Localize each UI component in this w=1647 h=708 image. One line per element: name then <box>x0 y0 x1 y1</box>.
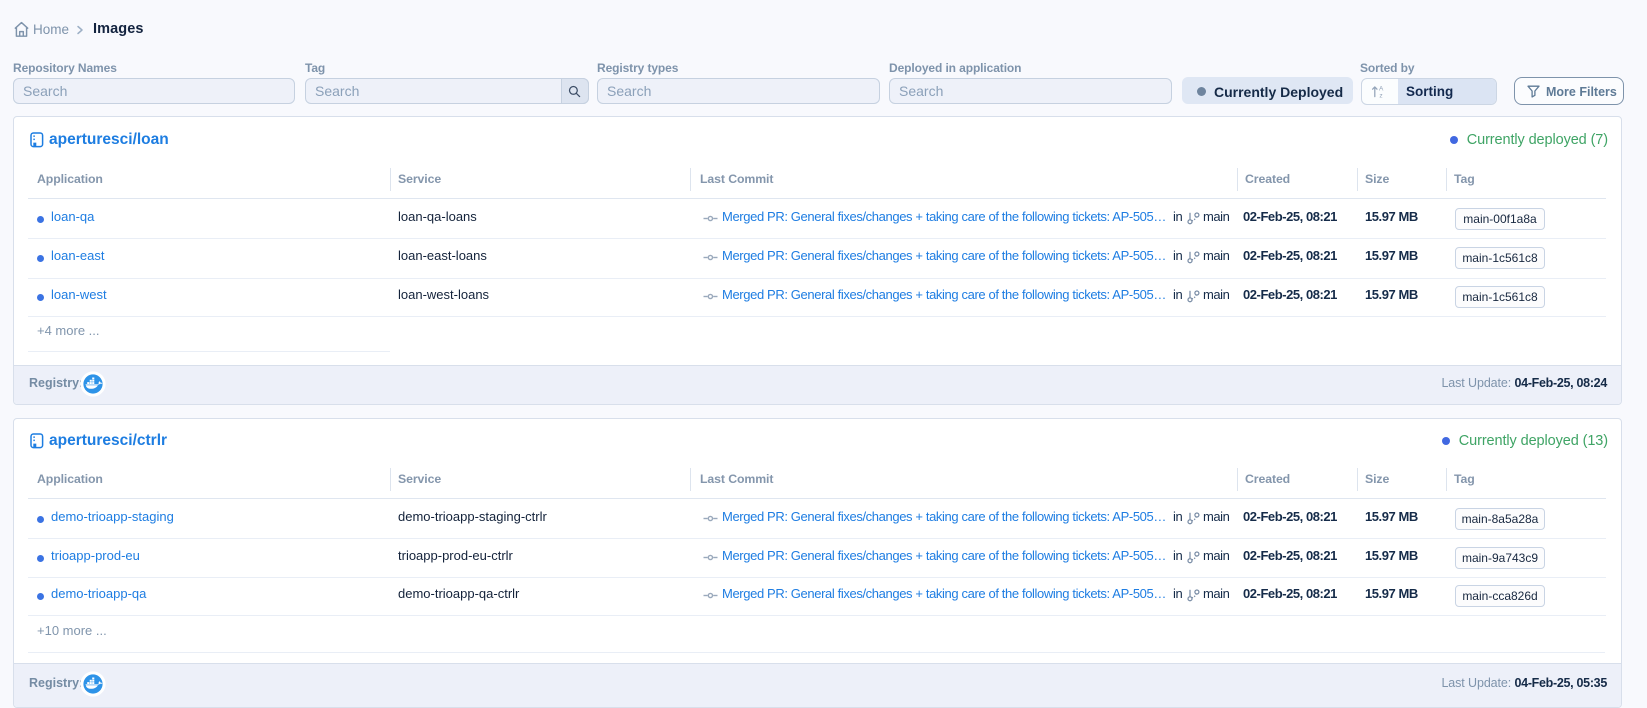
svg-text:z: z <box>1379 93 1382 99</box>
svg-text:A: A <box>1379 85 1384 92</box>
